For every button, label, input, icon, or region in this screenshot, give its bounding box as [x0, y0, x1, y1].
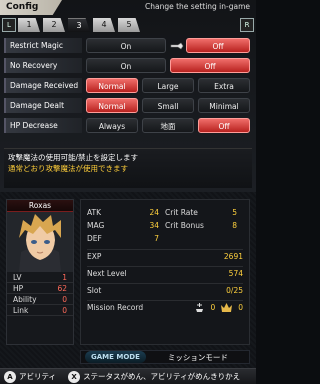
option-large[interactable]: Large	[142, 78, 194, 93]
game-mode-bar: GAME MODE ミッションモード	[80, 350, 250, 364]
page-title: Config	[0, 0, 62, 15]
hint-switch-screen: ステータスがめん、アビリティがめんきりかえ	[83, 372, 241, 381]
stat-value: 0	[210, 302, 216, 312]
option-off[interactable]: Off	[186, 38, 250, 53]
stat-value: 7	[154, 234, 159, 243]
stat-mission-record: Mission Record 0 0	[87, 300, 243, 313]
stat-label: ATK	[87, 208, 102, 217]
stat-label: Crit Bonus	[165, 221, 204, 230]
stat-link: Link 0	[7, 305, 73, 316]
stats-grid: ATK 24 Crit Rate 5 MAG 34 Crit Bonus 8 D…	[87, 206, 243, 245]
stat-value: 24	[149, 208, 159, 217]
stat-ability: Ability 0	[7, 294, 73, 305]
tab-1[interactable]: 1	[18, 18, 40, 32]
left-shoulder-button[interactable]: L	[2, 18, 16, 32]
stat-value: 574	[228, 269, 243, 278]
character-name: Roxas	[7, 200, 73, 212]
stat-value: 0	[238, 302, 243, 312]
crown-icon	[221, 302, 233, 312]
pointer-hand-icon	[170, 42, 184, 49]
stat-def: DEF 7	[87, 232, 165, 245]
option-off[interactable]: Off	[198, 118, 250, 133]
setting-row-damage-received: Damage Received Normal Large Extra	[4, 76, 252, 95]
stat-mag: MAG 34	[87, 219, 165, 232]
option-ground[interactable]: 地面	[142, 118, 194, 133]
setting-label: Restrict Magic	[4, 38, 82, 53]
tab-2[interactable]: 2	[43, 18, 65, 32]
stat-value: 0/25	[226, 286, 243, 295]
description-line: 攻撃魔法の使用可能/禁止を設定します	[8, 153, 139, 162]
stat-label: MAG	[87, 221, 105, 230]
stat-label: Slot	[87, 286, 102, 295]
setting-label: No Recovery	[4, 58, 82, 73]
stat-value: 8	[232, 221, 237, 230]
option-on[interactable]: On	[86, 58, 166, 73]
stat-atk: ATK 24	[87, 206, 165, 219]
bottom-screen: Roxas LV 1 HP 62 Ability 0 Link 0 ATK 24…	[0, 192, 256, 384]
stat-label: Link	[13, 306, 29, 315]
stat-exp: EXP 2691	[87, 249, 243, 262]
option-minimal[interactable]: Minimal	[198, 98, 250, 113]
medal-icon	[196, 302, 204, 312]
stat-slot: Slot 0/25	[87, 283, 243, 296]
portrait-image-icon	[7, 212, 73, 272]
stat-value: 0	[62, 306, 67, 315]
settings-list: Restrict Magic On Off No Recovery On Off…	[4, 36, 252, 136]
option-off[interactable]: Off	[170, 58, 250, 73]
setting-label: Damage Dealt	[4, 98, 82, 113]
right-shoulder-button[interactable]: R	[240, 18, 254, 32]
stat-value: 34	[149, 221, 159, 230]
stat-value: 0	[62, 295, 67, 304]
stat-value: 2691	[223, 252, 243, 261]
game-mode-value: ミッションモード	[167, 352, 228, 362]
option-extra[interactable]: Extra	[198, 78, 250, 93]
stat-label: LV	[13, 273, 22, 282]
stat-label: HP	[13, 284, 24, 293]
tab-4[interactable]: 4	[93, 18, 115, 32]
setting-row-damage-dealt: Damage Dealt Normal Small Minimal	[4, 96, 252, 115]
description-status: 通常どおり攻撃魔法が使用できます	[8, 164, 128, 173]
option-always[interactable]: Always	[86, 118, 138, 133]
hint-ability: アビリティ	[19, 372, 57, 381]
x-button-icon[interactable]: X	[68, 370, 81, 383]
tab-5[interactable]: 5	[118, 18, 140, 32]
stat-value: 62	[57, 284, 67, 293]
title-note: Change the setting in-game	[145, 2, 250, 11]
game-mode-label: GAME MODE	[85, 351, 146, 363]
setting-row-restrict-magic: Restrict Magic On Off	[4, 36, 252, 55]
a-button-icon[interactable]: A	[4, 370, 16, 383]
tab-bar: L 1 2 3 4 5 R	[0, 16, 256, 34]
character-card: Roxas LV 1 HP 62 Ability 0 Link 0	[6, 199, 74, 345]
stats-panel: ATK 24 Crit Rate 5 MAG 34 Crit Bonus 8 D…	[80, 199, 250, 345]
setting-row-hp-decrease: HP Decrease Always 地面 Off	[4, 116, 252, 135]
top-screen: Config Change the setting in-game L 1 2 …	[0, 0, 256, 192]
stat-label: DEF	[87, 234, 102, 243]
stat-lv: LV 1	[7, 272, 73, 283]
setting-label: Damage Received	[4, 78, 82, 93]
footer-hints: A アビリティ X ステータスがめん、アビリティがめんきりかえ	[0, 368, 256, 384]
option-small[interactable]: Small	[142, 98, 194, 113]
stat-label: EXP	[87, 252, 102, 261]
stat-label: Mission Record	[87, 303, 144, 312]
stat-label: Crit Rate	[165, 208, 198, 217]
stat-value: 5	[232, 208, 237, 217]
tab-3[interactable]: 3	[68, 18, 90, 32]
stat-crit-rate: Crit Rate 5	[165, 206, 243, 219]
description-box: 攻撃魔法の使用可能/禁止を設定します 通常どおり攻撃魔法が使用できます	[4, 148, 252, 188]
cursor-wrap: Off	[170, 38, 250, 53]
stat-crit-bonus: Crit Bonus 8	[165, 219, 243, 232]
character-portrait	[7, 212, 73, 272]
stat-value: 1	[62, 273, 67, 282]
option-on[interactable]: On	[86, 38, 166, 53]
stat-label: Ability	[13, 295, 37, 304]
mission-record-values: 0 0	[195, 301, 243, 313]
option-normal[interactable]: Normal	[86, 98, 138, 113]
setting-label: HP Decrease	[4, 118, 82, 133]
setting-row-no-recovery: No Recovery On Off	[4, 56, 252, 75]
stat-hp: HP 62	[7, 283, 73, 294]
stat-label: Next Level	[87, 269, 127, 278]
stat-next-level: Next Level 574	[87, 266, 243, 279]
option-normal[interactable]: Normal	[86, 78, 138, 93]
